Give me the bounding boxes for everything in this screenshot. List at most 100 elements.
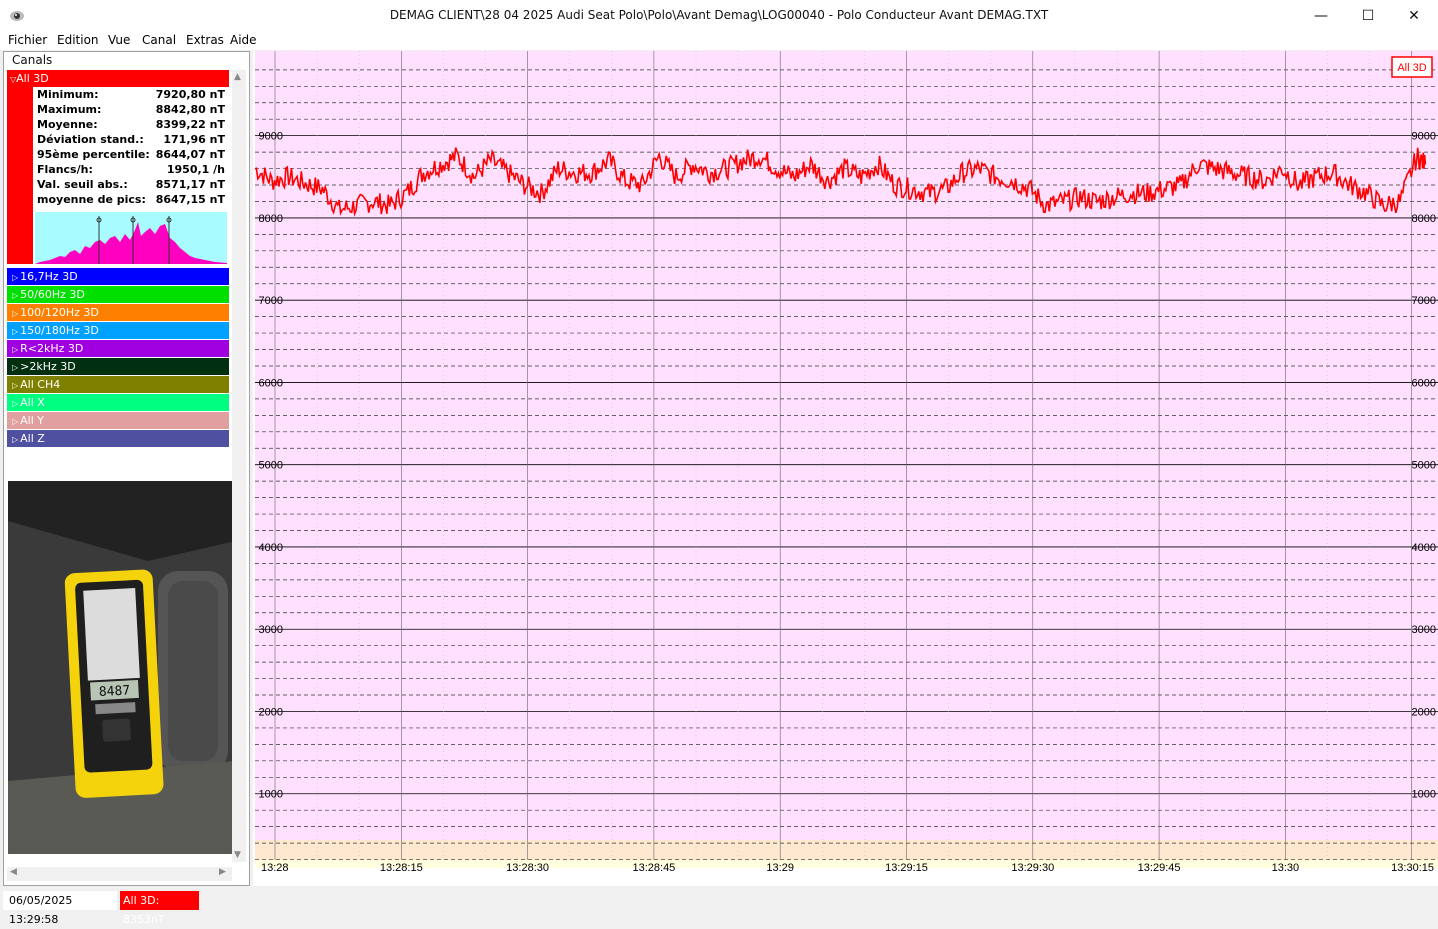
channel-all-3d-expanded[interactable]: ▽All 3D Minimum: 7920,80 nT Maximum: 8842,… — [7, 70, 229, 264]
status-datetime: 06/05/2025 13:29:58 — [3, 891, 117, 926]
stat-value: 8842,80 nT — [155, 103, 225, 116]
y-tick-label-left: 9000 — [259, 131, 283, 143]
stat-row: Moyenne: 8399,22 nT — [37, 118, 225, 133]
menu-canal[interactable]: Canal — [142, 33, 176, 47]
menu-fichier[interactable]: Fichier — [8, 33, 47, 47]
menu-aide[interactable]: Aide — [230, 33, 257, 47]
x-tick-label: 13:28:45 — [632, 862, 675, 874]
maximize-button[interactable]: ☐ — [1345, 0, 1391, 31]
chart-area[interactable]: 1000 1000 2000 2000 3000 3000 4000 4000 5000 5000… — [253, 51, 1438, 886]
x-tick-label: 13:30 — [1272, 862, 1300, 874]
stat-label: Val. seuil abs.: — [37, 178, 128, 191]
stat-row: Maximum: 8842,80 nT — [37, 103, 225, 118]
stat-row: 95ème percentile: 8644,07 nT — [37, 148, 225, 163]
y-tick-label-right: 6000 — [1412, 377, 1436, 389]
y-tick-label-right: 8000 — [1412, 213, 1436, 225]
stats-box: Minimum: 7920,80 nT Maximum: 8842,80 nT Mo… — [33, 87, 229, 264]
meter-photo: 8487 — [8, 481, 236, 854]
x-tick-label: 13:28:15 — [380, 862, 423, 874]
channel-label: >2kHz 3D — [20, 360, 76, 373]
scroll-up-icon[interactable]: ▲ — [234, 72, 241, 82]
channel-label: All X — [20, 396, 45, 409]
x-tick-label: 13:29:15 — [885, 862, 928, 874]
panel-title: Canals — [12, 53, 53, 67]
channel-item[interactable]: ▷ 150/180Hz 3D — [7, 322, 229, 339]
x-tick-label: 13:28 — [261, 862, 289, 874]
stat-row: Déviation stand.: 171,96 nT — [37, 133, 225, 148]
expand-triangle-icon[interactable]: ▷ — [12, 435, 18, 444]
y-tick-label-right: 5000 — [1412, 460, 1436, 472]
x-axis-band — [255, 860, 1438, 868]
channel-item[interactable]: ▷ All Z — [7, 430, 229, 447]
stat-label: 95ème percentile: — [37, 148, 150, 161]
y-tick-label-left: 2000 — [259, 706, 283, 718]
x-tick-label: 13:29:30 — [1011, 862, 1054, 874]
channel-label: 100/120Hz 3D — [20, 306, 99, 319]
menu-edition[interactable]: Edition — [57, 33, 99, 47]
menu-extras[interactable]: Extras — [186, 33, 224, 47]
status-current-value: All 3D: 8353nT — [120, 891, 199, 926]
x-tick-label: 13:28:30 — [506, 862, 549, 874]
x-tick-label: 13:29 — [766, 862, 794, 874]
expand-triangle-icon[interactable]: ▷ — [12, 381, 18, 390]
expand-triangle-icon[interactable]: ▷ — [12, 273, 18, 282]
channel-item[interactable]: ▷ 50/60Hz 3D — [7, 286, 229, 303]
channel-item[interactable]: ▷ All CH4 — [7, 376, 229, 393]
y-tick-label-right: 2000 — [1412, 706, 1436, 718]
channel-item[interactable]: ▷ >2kHz 3D — [7, 358, 229, 375]
stat-value: 171,96 nT — [163, 133, 225, 146]
stat-label: Flancs/h: — [37, 163, 93, 176]
photo-illustration: 8487 — [8, 481, 236, 854]
stat-value: 7920,80 nT — [155, 88, 225, 101]
y-tick-label-left: 1000 — [259, 789, 283, 801]
stat-row: moyenne de pics: 8647,15 nT — [37, 193, 225, 208]
expand-triangle-icon[interactable]: ▷ — [12, 399, 18, 408]
chart-legend[interactable]: All 3D — [1391, 56, 1433, 78]
channel-label: 150/180Hz 3D — [20, 324, 99, 337]
scroll-down-icon[interactable]: ▼ — [234, 850, 241, 860]
histogram — [35, 212, 227, 264]
channel-label: All Z — [20, 432, 45, 445]
panel-horizontal-scrollbar[interactable]: ◀ ▶ — [7, 867, 232, 881]
channel-item[interactable]: ▷ All Y — [7, 412, 229, 429]
expand-triangle-icon[interactable]: ▷ — [12, 327, 18, 336]
expand-triangle-icon[interactable]: ▷ — [12, 417, 18, 426]
menu-vue[interactable]: Vue — [108, 33, 130, 47]
meter-display: 8487 — [99, 683, 131, 700]
expand-triangle-icon[interactable]: ▷ — [12, 291, 18, 300]
scroll-right-icon[interactable]: ▶ — [219, 867, 226, 877]
menu-bar: Fichier Edition Vue Canal Extras Aide — [0, 31, 1438, 50]
stat-label: moyenne de pics: — [37, 193, 146, 206]
y-tick-label-right: 3000 — [1412, 624, 1436, 636]
stat-value: 8647,15 nT — [155, 193, 225, 206]
legend-label: All 3D — [1397, 62, 1426, 74]
window-title: DEMAG CLIENT\28 04 2025 Audi Seat Polo\P… — [389, 8, 1049, 22]
stat-label: Maximum: — [37, 103, 102, 116]
expand-triangle-icon[interactable]: ▷ — [12, 345, 18, 354]
expand-triangle-icon[interactable]: ▷ — [12, 309, 18, 318]
minimize-button[interactable]: — — [1298, 0, 1344, 31]
stat-row: Flancs/h: 1950,1 /h — [37, 163, 225, 178]
channel-label: All Y — [20, 414, 45, 427]
line-chart[interactable]: 1000 1000 2000 2000 3000 3000 4000 4000 5000 5000… — [253, 51, 1438, 886]
channel-item[interactable]: ▷ 16,7Hz 3D — [7, 268, 229, 285]
stat-label: Moyenne: — [37, 118, 98, 131]
close-button[interactable]: ✕ — [1391, 0, 1437, 31]
panel-vertical-scrollbar[interactable]: ▲ ▼ — [232, 70, 246, 862]
x-tick-label: 13:29:45 — [1138, 862, 1181, 874]
status-bar: 06/05/2025 13:29:58 All 3D: 8353nT — [0, 889, 1438, 926]
y-tick-label-left: 5000 — [259, 460, 283, 472]
y-tick-label-right: 1000 — [1412, 789, 1436, 801]
channel-item[interactable]: ▷ R<2kHz 3D — [7, 340, 229, 357]
channel-label: 50/60Hz 3D — [20, 288, 85, 301]
channel-item[interactable]: ▷ All X — [7, 394, 229, 411]
channel-label: R<2kHz 3D — [20, 342, 84, 355]
y-tick-label-right: 9000 — [1412, 131, 1436, 143]
title-bar: DEMAG CLIENT\28 04 2025 Audi Seat Polo\P… — [0, 0, 1438, 31]
scroll-left-icon[interactable]: ◀ — [10, 867, 17, 877]
stat-label: Minimum: — [37, 88, 99, 101]
channels-panel: Canals ▽All 3D Minimum: 7920,80 nT Maximu… — [3, 51, 250, 886]
channel-header[interactable]: ▽All 3D — [10, 70, 49, 88]
expand-triangle-icon[interactable]: ▷ — [12, 363, 18, 372]
channel-item[interactable]: ▷ 100/120Hz 3D — [7, 304, 229, 321]
